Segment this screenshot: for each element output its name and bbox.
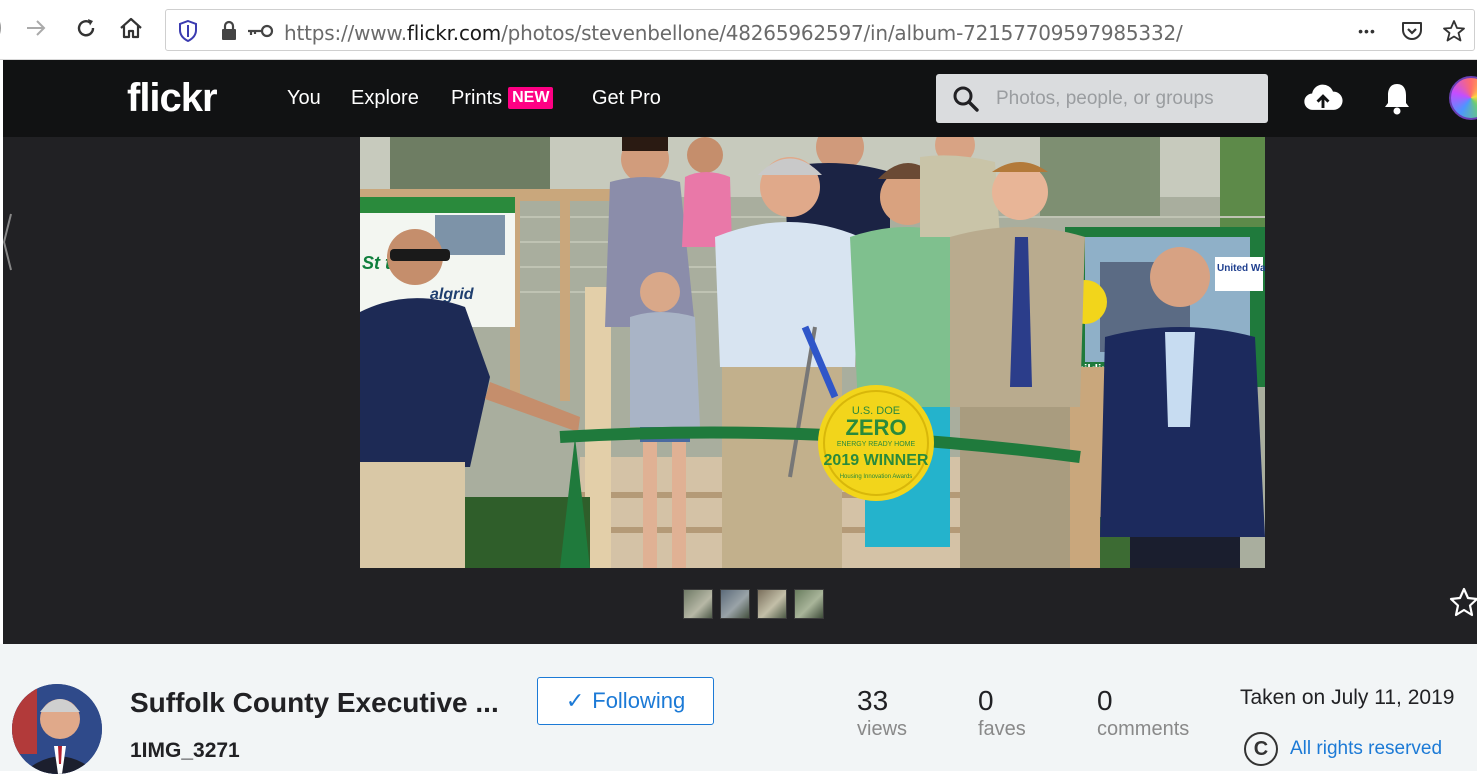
photo-stage: St t algrid United Way Buildin [3,137,1477,644]
photo-info-bar: Suffolk County Executive ... 1IMG_3271 ✓… [0,644,1477,774]
main-photo[interactable]: St t algrid United Way Buildin [360,137,1265,568]
faves-stat: 0 faves [978,686,1026,741]
nav-get-pro[interactable]: Get Pro [592,87,661,110]
nav-explore[interactable]: Explore [351,87,419,110]
fave-star-icon[interactable] [1449,587,1477,617]
more-icon[interactable]: ••• [1352,18,1382,44]
nav-prints[interactable]: Prints NEW [451,87,554,110]
lock-icon[interactable] [218,18,240,44]
thumbnail[interactable] [757,589,787,619]
comments-label: comments [1097,718,1190,740]
upload-icon[interactable] [1303,80,1343,116]
thumbnail[interactable] [794,589,824,619]
search-box[interactable] [936,74,1268,123]
views-stat: 33 views [857,686,907,741]
notifications-bell-icon[interactable] [1377,80,1417,116]
reload-icon[interactable] [72,14,100,42]
user-avatar[interactable] [1449,76,1477,120]
home-icon[interactable] [117,14,145,42]
badge-bottom-text: Housing Innovation Awards [840,474,913,480]
search-input[interactable] [996,74,1258,123]
comments-count: 0 [1097,685,1113,716]
taken-date[interactable]: Taken on July 11, 2019 [1240,686,1454,710]
following-button[interactable]: ✓ Following [537,677,714,725]
badge-main-text: ZERO [845,415,906,440]
faves-label: faves [978,718,1026,740]
license-info[interactable]: C All rights reserved [1244,732,1442,766]
thumbnail[interactable] [683,589,713,619]
tab-edge [0,14,8,42]
url-text[interactable]: https://www.flickr.com/photos/stevenbell… [284,21,1183,45]
search-icon[interactable] [952,85,980,113]
bookmark-star-icon[interactable] [1440,18,1468,44]
views-label: views [857,718,908,740]
flickr-logo[interactable]: flickr [127,76,218,121]
forward-icon[interactable] [22,14,50,42]
nav-you[interactable]: You [287,87,321,110]
address-bar[interactable]: https://www.flickr.com/photos/stevenbell… [165,9,1475,51]
owner-avatar-image [12,684,102,774]
following-label: Following [592,688,686,713]
photo-title: 1IMG_3271 [130,739,240,762]
badge-year-text: 2019 WINNER [824,452,929,469]
doe-award-badge: U.S. DOE ZERO ENERGY READY HOME 2019 WIN… [818,385,934,501]
nav-prints-label: Prints [451,87,503,109]
badge-sub-text: ENERGY READY HOME [837,441,916,448]
key-icon[interactable] [246,18,274,44]
check-icon: ✓ [565,688,585,713]
pocket-icon[interactable] [1398,18,1426,44]
comments-stat: 0 comments [1097,686,1189,741]
photo-thumbnails [683,589,824,619]
thumbnail[interactable] [720,589,750,619]
flickr-header: flickr You Explore Prints NEW Get Pro [3,60,1477,137]
owner-avatar[interactable] [12,684,102,774]
shield-icon[interactable] [176,18,200,44]
copyright-icon: C [1244,732,1278,766]
owner-name[interactable]: Suffolk County Executive ... [130,687,499,719]
new-badge: NEW [508,87,554,109]
prev-arrow-icon[interactable] [3,212,13,272]
ribbon-cutting-photo: St t algrid United Way Buildin [360,137,1265,568]
views-count: 33 [857,685,889,716]
rights-label[interactable]: All rights reserved [1290,738,1442,760]
sign-right-text: United Way [1217,263,1265,274]
browser-toolbar: https://www.flickr.com/photos/stevenbell… [0,0,1477,60]
faves-count: 0 [978,685,994,716]
